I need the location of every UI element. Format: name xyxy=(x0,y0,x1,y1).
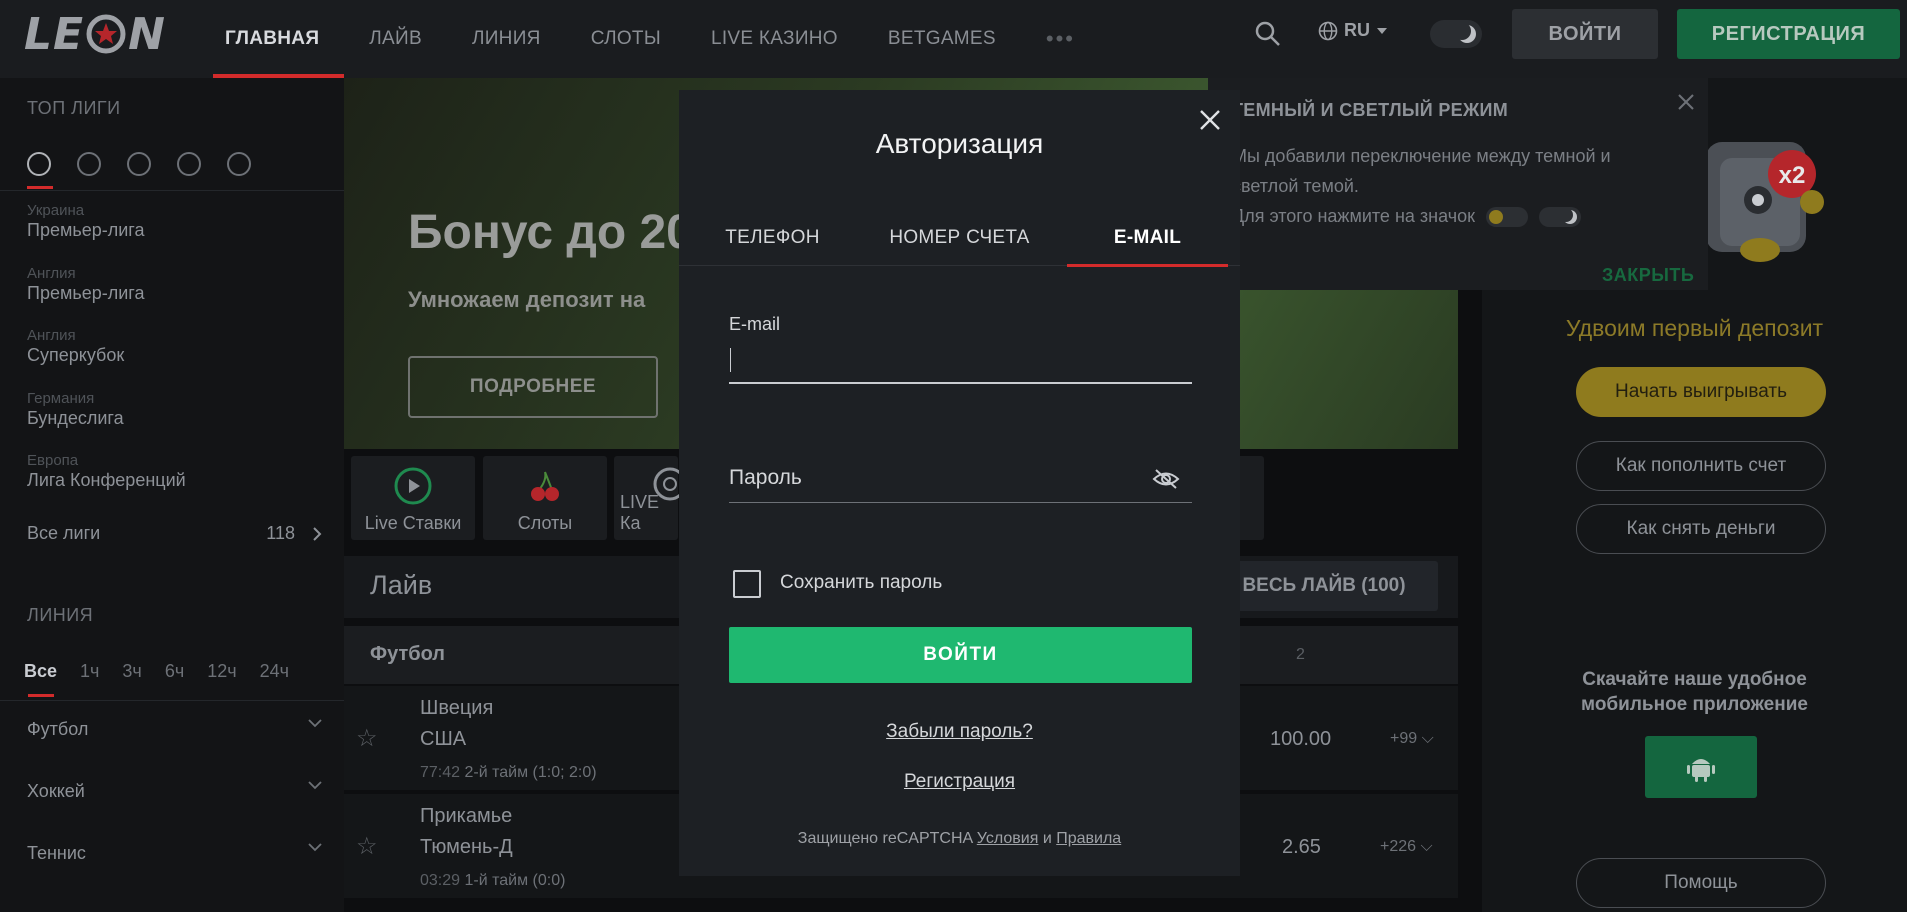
recaptcha-rules-link[interactable]: Правила xyxy=(1056,830,1121,847)
close-icon[interactable] xyxy=(1196,106,1224,134)
modal-title: Авторизация xyxy=(875,128,1044,159)
email-field[interactable] xyxy=(729,344,1192,384)
password-underline xyxy=(729,502,1192,503)
recaptcha-text: Защищено reCAPTCHA xyxy=(797,830,973,847)
tab-account-number[interactable]: НОМЕР СЧЕТА xyxy=(866,210,1053,266)
tab-email[interactable]: E-MAIL xyxy=(1067,210,1228,267)
tab-phone[interactable]: ТЕЛЕФОН xyxy=(679,210,866,266)
page: LE N ГЛАВНАЯ ЛАЙВ ЛИНИЯ СЛОТЫ LIVE КАЗИН… xyxy=(0,0,1907,912)
register-link[interactable]: Регистрация xyxy=(679,771,1240,793)
recaptcha-and: и xyxy=(1042,830,1052,847)
register-label: Регистрация xyxy=(903,771,1016,792)
text-cursor xyxy=(730,348,731,372)
password-field[interactable]: Пароль xyxy=(729,466,802,490)
recaptcha-terms-link[interactable]: Условия xyxy=(977,830,1039,847)
recaptcha-notice: Защищено reCAPTCHA Условия и Правила xyxy=(679,830,1240,848)
remember-password-label[interactable]: Сохранить пароль xyxy=(780,572,942,594)
login-tabs: ТЕЛЕФОН НОМЕР СЧЕТА E-MAIL xyxy=(679,210,1240,267)
forgot-password-label: Забыли пароль? xyxy=(886,721,1033,742)
remember-password-checkbox[interactable] xyxy=(733,570,761,598)
email-field-label: E-mail xyxy=(729,314,781,334)
eye-off-icon[interactable] xyxy=(1152,468,1180,490)
login-submit-button[interactable]: ВОЙТИ xyxy=(729,627,1192,683)
forgot-password-link[interactable]: Забыли пароль? xyxy=(679,721,1240,743)
